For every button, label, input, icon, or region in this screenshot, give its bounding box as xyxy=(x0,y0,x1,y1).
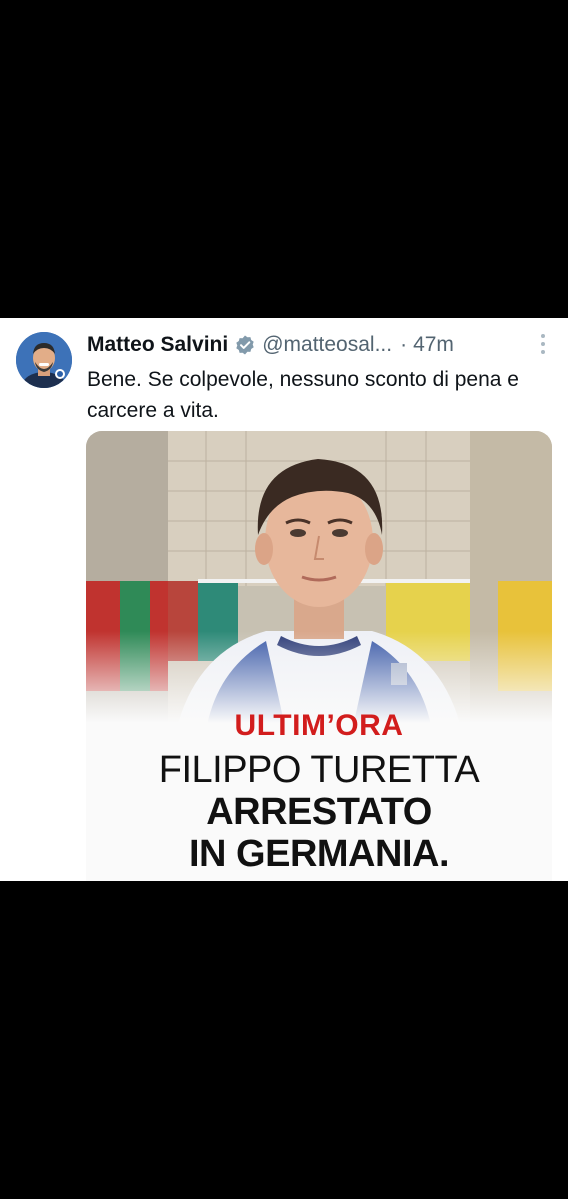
avatar-image xyxy=(16,332,72,388)
tweet-header: Matteo Salvini @matteosal... · 47m xyxy=(87,330,548,360)
author-avatar[interactable] xyxy=(16,332,72,388)
breaking-news-tag: ULTIM’ORA xyxy=(234,709,404,742)
more-options-icon[interactable] xyxy=(538,332,548,356)
headline-line-3: IN GERMANIA. xyxy=(189,833,450,875)
tweet-timestamp[interactable]: 47m xyxy=(413,333,454,357)
author-name[interactable]: Matteo Salvini xyxy=(87,333,228,357)
tweet-card[interactable]: Matteo Salvini @matteosal... · 47m Bene.… xyxy=(0,318,568,881)
verified-badge-icon[interactable] xyxy=(234,334,256,356)
author-handle[interactable]: @matteosal... xyxy=(262,333,392,357)
headline-line-2: ARRESTATO xyxy=(206,791,432,833)
separator-dot: · xyxy=(400,333,408,356)
tweet-media-image[interactable]: ULTIM’ORA FILIPPO TURETTA ARRESTATO IN G… xyxy=(86,431,552,881)
headline-line-1: FILIPPO TURETTA xyxy=(158,749,480,791)
tweet-text: Bene. Se colpevole, nessuno sconto di pe… xyxy=(87,368,519,422)
